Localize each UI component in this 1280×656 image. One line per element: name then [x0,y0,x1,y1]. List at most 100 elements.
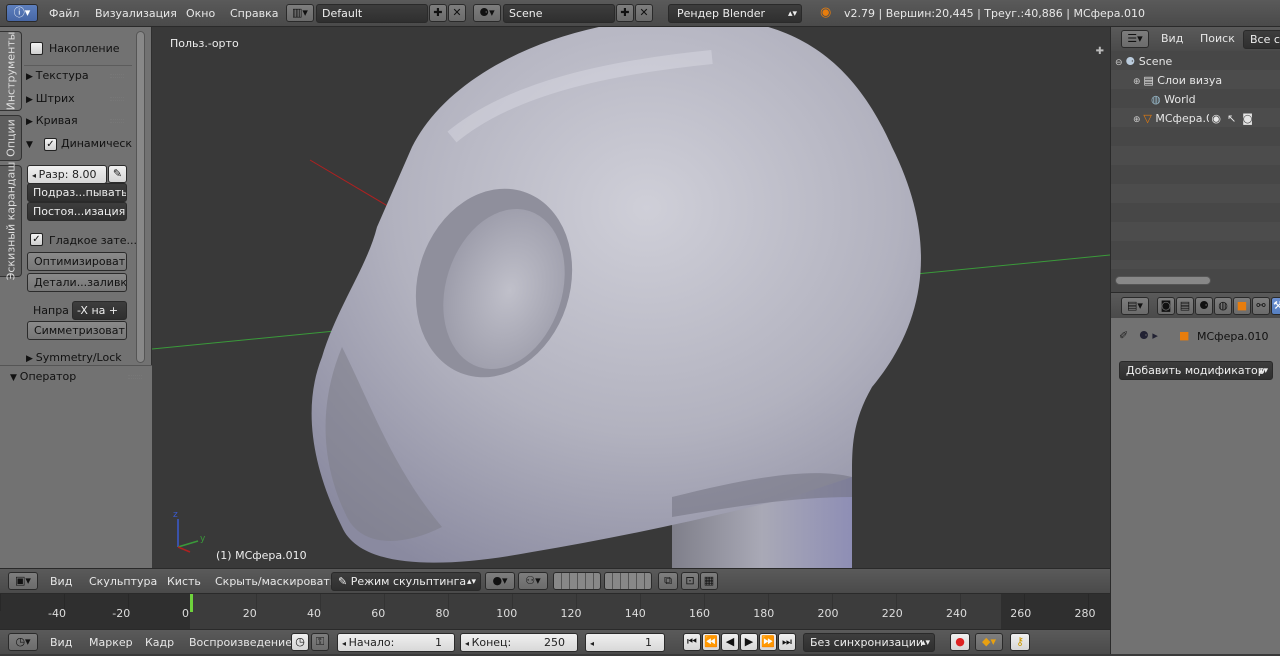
expand-toggle-icon[interactable]: ⊕ [1133,77,1143,87]
record-button[interactable]: ● [950,633,970,651]
optimize-button[interactable]: Оптимизировать [27,252,127,271]
screen-layout-field[interactable]: Default [316,4,428,23]
mode-dropdown[interactable]: ✎ Режим скульптинга ▴▾ [331,572,481,591]
viewport-menu-brush[interactable]: Кисть [167,569,201,594]
next-keyframe-button[interactable]: ⏩ [759,633,777,651]
menu-window[interactable]: Окно [186,0,215,26]
preview-range-button[interactable]: ◷ [291,633,309,651]
viewport-menu-sculpt[interactable]: Скульптура [89,569,157,594]
render-opengl-button[interactable]: ⊡ [681,572,699,590]
keying-set-button[interactable]: ◆▾ [975,633,1003,651]
panel-drag-grip-icon[interactable] [128,375,142,379]
scene-field[interactable]: Scene [503,4,615,23]
expand-toggle-icon[interactable]: ⊕ [1133,115,1143,125]
visibility-eye-icon[interactable]: ◉ [1211,112,1221,125]
tab-grease-pencil[interactable]: Эскизный карандаш [0,162,22,280]
play-button[interactable]: ▶ [740,633,758,651]
screen-layout-button[interactable]: ▥▾ [286,4,314,22]
decrement-arrow-icon[interactable]: ◂ [590,639,594,648]
panel-stroke[interactable]: ▶ Штрих [26,89,130,109]
timeline-menu-playback[interactable]: Воспроизведение [189,630,292,655]
editor-type-info-button[interactable]: ⓘ▾ [6,4,38,22]
layers-grid-1[interactable] [553,572,601,590]
dyntopo-checkbox[interactable]: ✓ [44,138,57,151]
context-world-tab[interactable]: ◍ [1214,297,1232,315]
outliner-menu-view[interactable]: Вид [1161,27,1183,51]
pin-icon[interactable]: ✐ [1119,329,1128,342]
sync-mode-dropdown[interactable]: Без синхронизации ▴▾ [803,633,935,652]
viewport-menu-hide-mask[interactable]: Скрыть/маскировать [215,569,336,594]
menu-file[interactable]: Файл [49,0,79,26]
timeline-menu-marker[interactable]: Маркер [89,630,133,655]
panel-drag-grip-icon[interactable] [110,119,124,123]
outliner-filter-dropdown[interactable]: Все сц [1243,30,1280,49]
outliner-hscrollbar[interactable] [1115,276,1211,285]
context-object-tab[interactable]: ■ [1233,297,1251,315]
editor-type-3d-button[interactable]: ▣▾ [8,572,38,590]
viewport-corner-plus-icon[interactable]: ✚ [1096,46,1104,57]
outliner-row-scene[interactable]: ⊖ ⚈ Scene [1115,52,1275,71]
timeline-playhead[interactable] [190,594,193,612]
detail-type-dropdown[interactable]: Постоя...изация [27,202,127,221]
detail-flood-fill-button[interactable]: Детали...заливка [27,273,127,292]
tool-shelf-scrollbar[interactable] [136,31,145,363]
editor-type-properties-button[interactable]: ▤▾ [1121,297,1149,315]
timeline-editor[interactable]: -40 -20 0 20 40 60 80 100 120 140 160 180 200 220 240 2… [0,593,1110,630]
detail-refine-dropdown[interactable]: Подраз...пывать [27,183,127,202]
menu-render[interactable]: Визуализация [95,0,177,26]
renderable-camera-icon[interactable]: ◙ [1242,112,1253,125]
remove-scene-button[interactable]: ✕ [635,4,653,22]
expand-toggle-icon[interactable]: ⊖ [1115,58,1125,68]
context-render-layers-tab[interactable]: ▤ [1176,297,1194,315]
detail-size-field[interactable]: ◂ Разр: 8.00 [27,165,107,184]
editor-type-timeline-button[interactable]: ◷▾ [8,633,38,651]
jump-start-button[interactable]: ⏮ [683,633,701,651]
panel-drag-grip-icon[interactable] [110,97,124,101]
accumulate-checkbox[interactable] [30,42,43,55]
layers-grid-2[interactable] [604,572,652,590]
panel-texture[interactable]: ▶ Текстура [26,66,130,86]
viewport-shading-button[interactable]: ●▾ [485,572,515,590]
tab-options[interactable]: Опции [0,115,22,161]
scene-selector-button[interactable]: ⚈▾ [473,4,501,22]
play-reverse-button[interactable]: ◀ [721,633,739,651]
current-frame-field[interactable]: ◂ 1 [585,633,665,652]
panel-drag-grip-icon[interactable] [110,74,124,78]
outliner-row-world[interactable]: ◍ World [1151,90,1275,109]
selectable-cursor-icon[interactable]: ↖ [1227,112,1236,125]
render-animation-button[interactable]: ▦ [700,572,718,590]
end-frame-field[interactable]: ◂ Конец: 250 [460,633,578,652]
add-layout-button[interactable]: ✚ [429,4,447,22]
outliner-menu-search[interactable]: Поиск [1200,27,1235,51]
editor-type-outliner-button[interactable]: ☰▾ [1121,30,1149,48]
lock-frame-button[interactable]: ⚿ [311,633,329,651]
add-scene-button[interactable]: ✚ [616,4,634,22]
eyedropper-button[interactable]: ✎ [108,165,127,183]
smooth-shading-checkbox[interactable]: ✓ [30,233,43,246]
3d-viewport[interactable]: z y Польз.-орто (1) МСфера.010 ✚ [152,27,1110,568]
timeline-menu-frame[interactable]: Кадр [145,630,174,655]
operator-header[interactable]: ▼ Оператор [10,368,148,386]
outliner-row-object[interactable]: ⊕ ▽ МСфера.01◉ ↖ ◙ [1133,109,1280,128]
jump-end-button[interactable]: ⏭ [778,633,796,651]
tab-tools[interactable]: Инструменты [0,31,22,111]
viewport-menu-view[interactable]: Вид [50,569,72,594]
keyframe-insert-button[interactable]: ⚷ [1010,633,1030,651]
pivot-point-button[interactable]: ⚇▾ [518,572,548,590]
add-modifier-dropdown[interactable]: Добавить модификатор ▴▾ [1119,361,1273,380]
context-constraints-tab[interactable]: ⚯ [1252,297,1270,315]
panel-curve[interactable]: ▶ Кривая [26,111,130,131]
direction-dropdown[interactable]: -X на + [72,301,127,320]
context-render-tab[interactable]: ◙ [1157,297,1175,315]
symmetrize-button[interactable]: Симметризовать [27,321,127,340]
context-modifiers-tab[interactable]: ⚒ [1271,297,1280,315]
start-frame-field[interactable]: ◂ Начало: 1 [337,633,455,652]
remove-layout-button[interactable]: ✕ [448,4,466,22]
context-scene-tab[interactable]: ⚈ [1195,297,1213,315]
prev-keyframe-button[interactable]: ⏪ [702,633,720,651]
local-view-lock-button[interactable]: ⧉ [658,572,678,590]
menu-help[interactable]: Справка [230,0,278,26]
timeline-menu-view[interactable]: Вид [50,630,72,655]
render-engine-dropdown[interactable]: Рендер Blender ▴▾ [668,4,802,23]
outliner-row-render-layers[interactable]: ⊕ ▤ Слои визуа [1133,71,1275,90]
